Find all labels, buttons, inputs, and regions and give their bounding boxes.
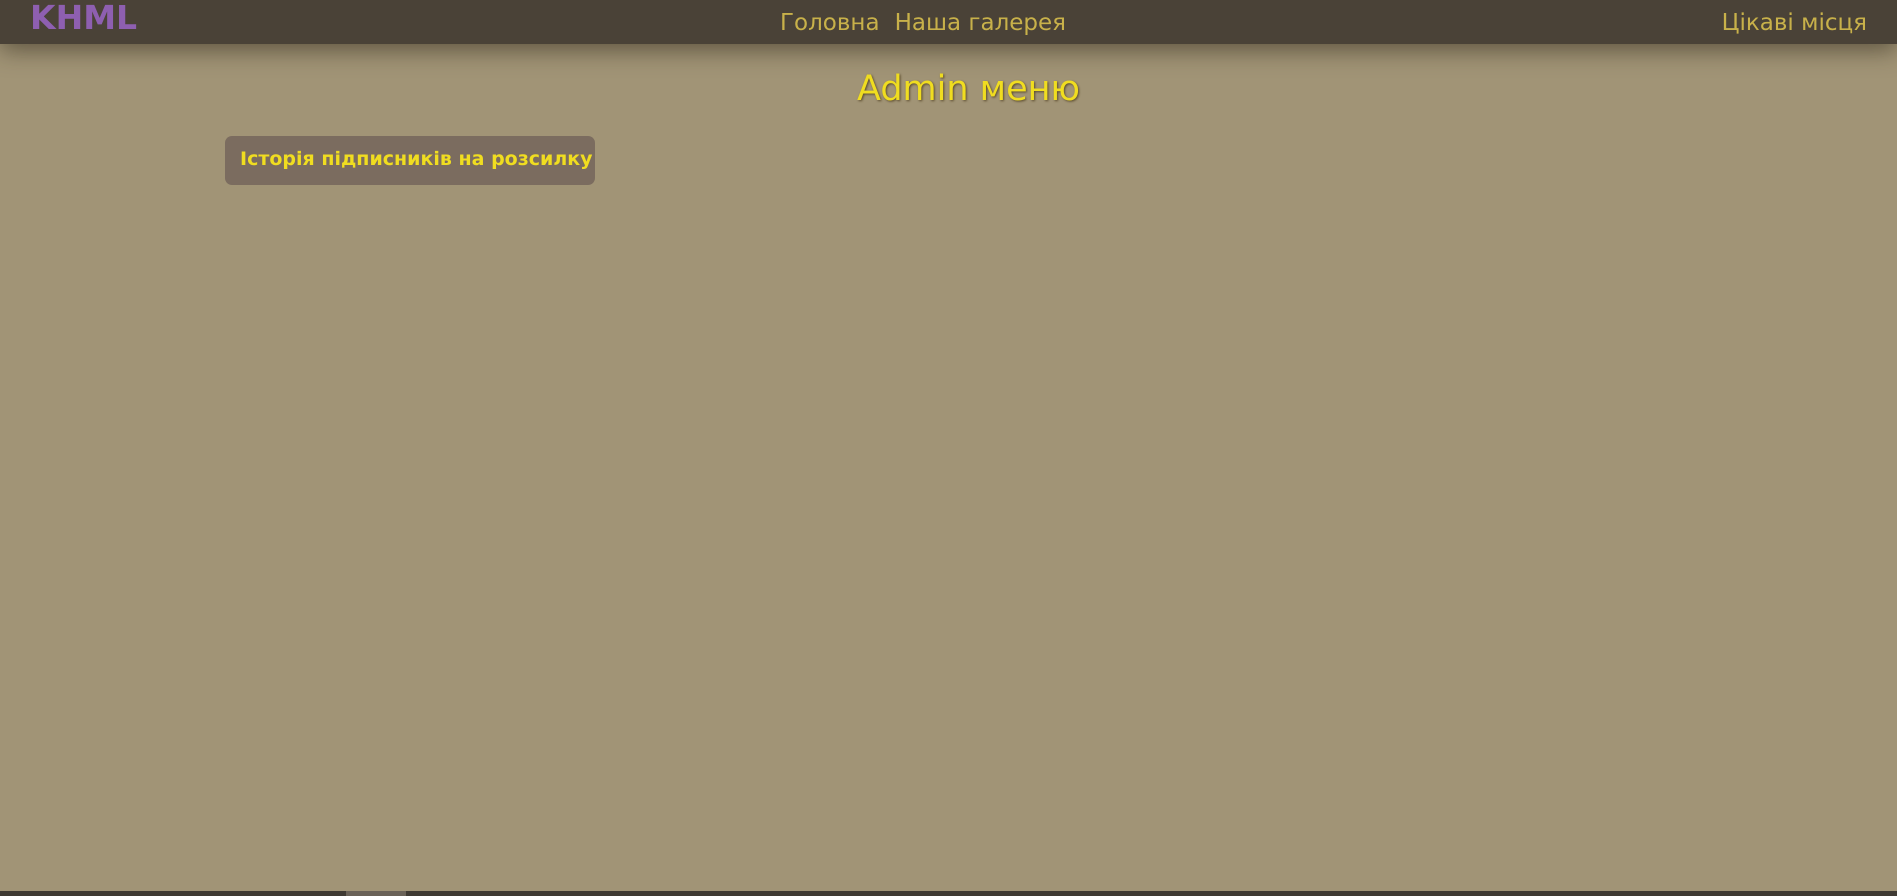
scrollbar-thumb[interactable] bbox=[346, 891, 406, 896]
nav-link-places[interactable]: Цікаві місця bbox=[1722, 10, 1867, 36]
horizontal-scrollbar[interactable] bbox=[0, 891, 1897, 896]
nav-link-home[interactable]: Головна bbox=[780, 10, 880, 36]
site-logo[interactable]: KHML bbox=[30, 0, 137, 37]
subscribers-history-button[interactable]: Історія підписників на розсилку bbox=[225, 136, 595, 185]
page-title: Admin меню bbox=[857, 69, 1080, 109]
nav-link-gallery[interactable]: Наша галерея bbox=[895, 10, 1066, 36]
main-nav: Головна Наша галерея bbox=[780, 10, 1066, 36]
top-navbar: KHML Головна Наша галерея Цікаві місця bbox=[0, 0, 1897, 44]
nav-right: Цікаві місця bbox=[1722, 10, 1867, 36]
